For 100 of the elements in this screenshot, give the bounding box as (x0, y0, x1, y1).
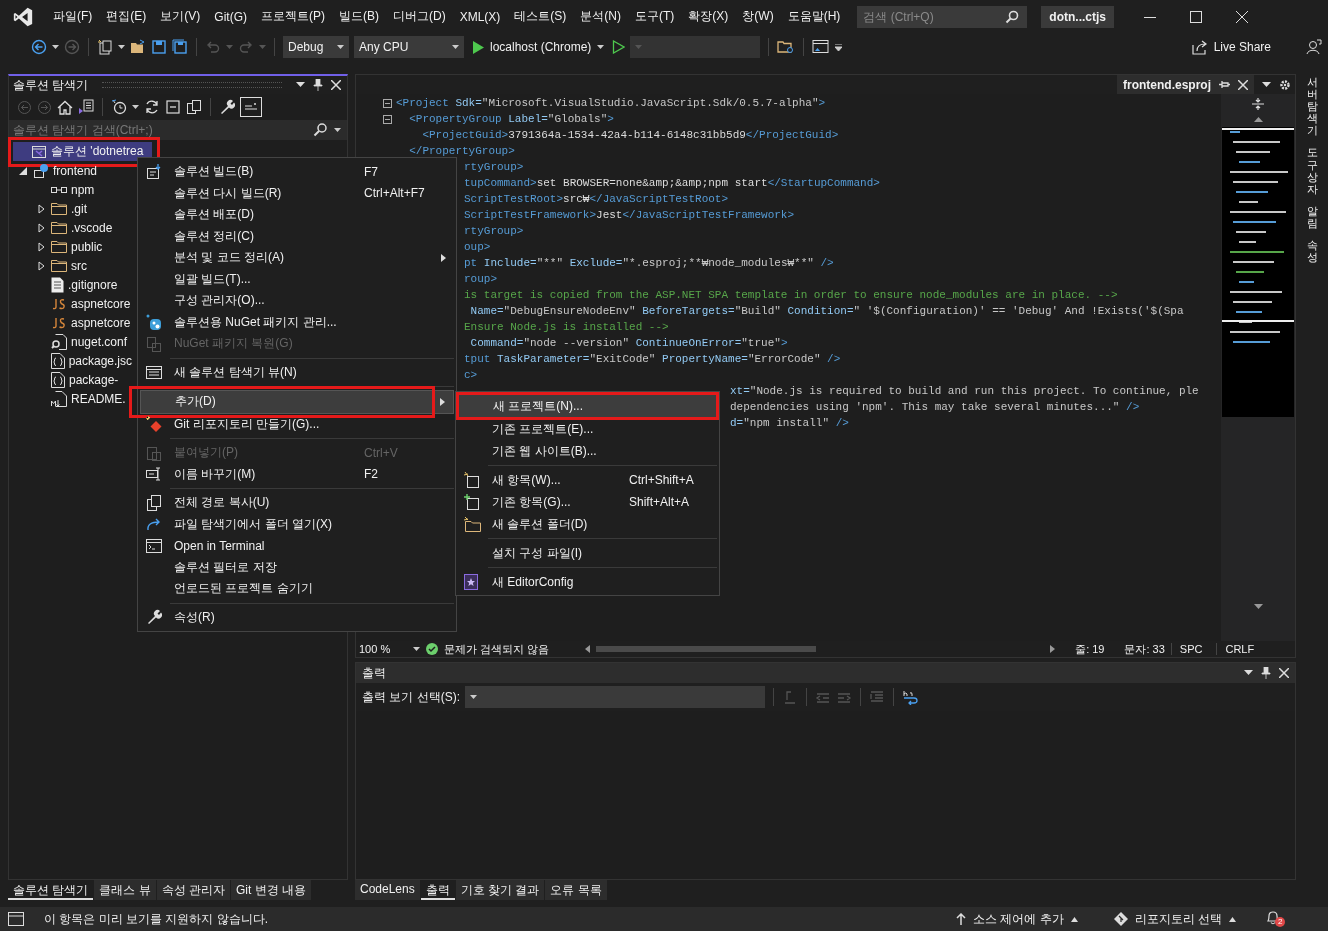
copy-icon[interactable] (186, 99, 202, 115)
source-control-button[interactable]: 소스 제어에 추가 (950, 909, 1084, 929)
line-ending-indicator[interactable]: CRLF (1216, 643, 1263, 655)
collapsed-arrow-icon[interactable] (37, 260, 45, 271)
panel-tab[interactable]: Git 변경 내용 (231, 880, 312, 900)
tree-item[interactable]: 솔루션 'dotnetrea (13, 142, 152, 161)
menu-item[interactable]: 솔루션 빌드(B) F7 (140, 161, 454, 183)
menu-item[interactable]: 솔루션 배포(D) (140, 204, 454, 226)
caret-icon[interactable] (118, 44, 125, 50)
close-icon[interactable] (1238, 79, 1248, 90)
menu-item[interactable]: 설치 구성 파일(I) (458, 542, 717, 564)
tree-item[interactable]: public (9, 237, 132, 256)
menu-item[interactable]: 새 프로젝트(N)... (458, 394, 717, 418)
bell-icon[interactable] (1266, 910, 1280, 925)
caret-icon[interactable] (1244, 670, 1253, 676)
panel-tab[interactable]: 클래스 뷰 (94, 880, 156, 900)
menu-item[interactable]: Git 리포지토리 만들기(G)... (140, 413, 454, 435)
menu-item[interactable]: Open in Terminal (140, 535, 454, 557)
platform-dropdown[interactable]: Any CPU (354, 36, 464, 58)
word-wrap-icon[interactable] (902, 689, 918, 705)
collapse-icon[interactable] (383, 99, 392, 108)
feedback-icon[interactable] (1306, 39, 1322, 55)
search-field[interactable]: 검색 (Ctrl+Q) (857, 5, 1028, 28)
tree-item[interactable]: .git (9, 199, 132, 218)
tree-item[interactable]: aspnetcore (9, 294, 132, 313)
expanded-arrow-icon[interactable] (19, 166, 27, 175)
history-icon[interactable] (111, 99, 127, 115)
menu-item[interactable]: 솔루션 필터로 저장 (140, 556, 454, 578)
collapsed-arrow-icon[interactable] (37, 203, 45, 214)
pin-icon[interactable] (1219, 80, 1230, 89)
menu-item[interactable]: 분석 및 코드 정리(A) (140, 247, 454, 269)
window-icon[interactable] (812, 39, 831, 55)
menu-item[interactable]: 확장(X) (681, 8, 736, 25)
live-share-button[interactable]: Live Share (1185, 38, 1277, 56)
menu-item[interactable]: 새 항목(W)... Ctrl+Shift+A (458, 469, 717, 491)
search-field[interactable]: 솔루션 탐색기 검색(Ctrl+;) (9, 120, 347, 140)
side-tab[interactable]: 속성 (1306, 239, 1318, 264)
pin-icon[interactable] (313, 79, 323, 91)
whitespace-indicator[interactable]: SPC (1170, 643, 1211, 655)
menu-item[interactable]: 기존 항목(G)... Shift+Alt+A (458, 491, 717, 513)
collapse-icon[interactable] (383, 115, 392, 124)
menu-item[interactable]: 파일(F) (46, 8, 100, 25)
menu-item[interactable]: 솔루션 정리(C) (140, 225, 454, 247)
panel-tab[interactable]: 속성 관리자 (156, 880, 231, 900)
menu-item[interactable]: 전체 경로 복사(U) (140, 492, 454, 514)
menu-item[interactable]: 새 솔루션 탐색기 뷰(N) (140, 361, 454, 383)
collapsed-arrow-icon[interactable] (37, 241, 45, 252)
menu-item[interactable]: 디버그(D) (386, 8, 453, 25)
caret-icon[interactable] (1262, 81, 1271, 88)
menu-item[interactable]: 창(W) (735, 8, 781, 25)
menu-item[interactable]: 편집(E) (99, 8, 154, 25)
panel-tab[interactable]: 오류 목록 (545, 880, 607, 900)
menu-item[interactable]: 프로젝트(P) (254, 8, 332, 25)
menu-item[interactable]: 솔루션 다시 빌드(R) Ctrl+Alt+F7 (140, 182, 454, 204)
menu-item[interactable]: 빌드(B) (332, 8, 386, 25)
tree-item[interactable]: .vscode (9, 218, 132, 237)
maximize-icon[interactable] (1190, 10, 1202, 23)
scroll-right-icon[interactable] (1050, 645, 1056, 653)
caret-icon[interactable] (296, 82, 305, 88)
menu-item[interactable]: 일괄 빌드(T)... (140, 268, 454, 290)
panel-tab[interactable]: CodeLens (355, 880, 420, 900)
scroll-down-icon[interactable] (1253, 604, 1263, 609)
menu-item[interactable]: 도구(T) (628, 8, 682, 25)
tree-item[interactable]: frontend (9, 161, 132, 180)
menu-item[interactable]: XML(X) (452, 9, 508, 24)
caret-icon[interactable] (835, 43, 843, 51)
tree-item[interactable]: nuget.conf (9, 332, 132, 351)
close-icon[interactable] (331, 80, 341, 90)
open-folder-icon[interactable] (130, 39, 146, 55)
menu-item[interactable]: Git(G) (207, 9, 254, 24)
menu-item[interactable]: 언로드된 프로젝트 숨기기 (140, 578, 454, 600)
switch-views-icon[interactable] (78, 99, 94, 115)
collapse-all-icon[interactable] (165, 99, 181, 115)
pin-icon[interactable] (1261, 667, 1271, 679)
run-button[interactable]: localhost (Chrome) (469, 40, 608, 54)
menu-item[interactable]: 파일 탐색기에서 폴더 열기(X) (140, 513, 454, 535)
side-tab[interactable]: 도구 상자 (1306, 146, 1318, 195)
tree-item[interactable]: aspnetcore (9, 313, 132, 332)
menu-item[interactable]: 솔루션용 NuGet 패키지 관리... (140, 311, 454, 333)
menu-item[interactable]: 이름 바꾸기(M) F2 (140, 463, 454, 485)
menu-item[interactable]: 기존 프로젝트(E)... (458, 418, 717, 440)
caret-icon[interactable] (334, 128, 341, 133)
tree-item[interactable]: README. (9, 389, 132, 408)
tree-item[interactable]: package.jsc (9, 351, 132, 370)
caret-icon[interactable] (132, 104, 139, 110)
side-tab[interactable]: 알림 (1306, 204, 1318, 230)
repository-button[interactable]: 리포지토리 선택 (1107, 909, 1242, 929)
output-window-icon[interactable] (8, 912, 24, 926)
tree-item[interactable]: .gitignore (9, 275, 132, 294)
document-tab[interactable]: frontend.esproj (1117, 75, 1254, 94)
caret-icon[interactable] (413, 646, 420, 652)
wrench-icon[interactable] (219, 99, 235, 115)
menu-item[interactable]: 구성 관리자(O)... (140, 290, 454, 312)
menu-item[interactable]: 테스트(S) (507, 8, 574, 25)
menu-item[interactable]: 속성(R) (140, 606, 454, 628)
settings-icon[interactable] (1279, 78, 1291, 91)
run-without-debug-icon[interactable] (612, 40, 626, 54)
folder-search-icon[interactable] (777, 39, 796, 55)
menu-item[interactable]: 보기(V) (153, 8, 208, 25)
home-icon[interactable] (57, 99, 73, 115)
